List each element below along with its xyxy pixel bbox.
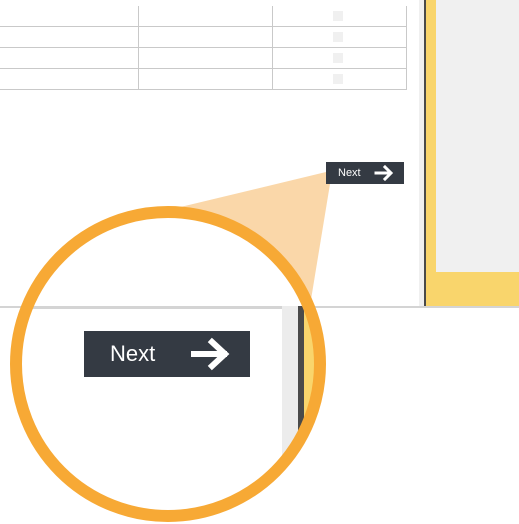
next-button[interactable]: Next (326, 162, 404, 184)
table-cell (0, 6, 139, 27)
next-button-label: Next (338, 167, 361, 179)
table-cell (0, 47, 139, 69)
table-cell[interactable] (272, 68, 407, 90)
table-cell[interactable] (272, 47, 407, 69)
table-cell (0, 68, 139, 90)
checkbox[interactable] (333, 11, 343, 21)
table-row (0, 26, 407, 48)
table-cell[interactable] (272, 26, 407, 48)
arrow-right-icon (191, 337, 230, 371)
next-button-magnified: Next (84, 331, 250, 377)
data-table (0, 6, 407, 90)
arrow-right-icon (374, 165, 394, 181)
magnified-highlight-edge (304, 306, 322, 518)
screenshot-stage: Next Next (0, 0, 519, 524)
checkbox[interactable] (333, 74, 343, 84)
checkbox[interactable] (333, 32, 343, 42)
table-cell (138, 26, 273, 48)
table-cell (138, 68, 273, 90)
table-row (0, 6, 407, 27)
checkbox[interactable] (333, 53, 343, 63)
magnified-divider (14, 306, 322, 309)
table-cell[interactable] (272, 6, 407, 27)
table-cell (138, 6, 273, 27)
table-row (0, 47, 407, 69)
next-button-magnified-label: Next (110, 341, 156, 366)
table-cell (0, 26, 139, 48)
table-cell (138, 47, 273, 69)
highlight-frame (426, 0, 519, 306)
table-row (0, 68, 407, 90)
side-panel (419, 0, 519, 306)
